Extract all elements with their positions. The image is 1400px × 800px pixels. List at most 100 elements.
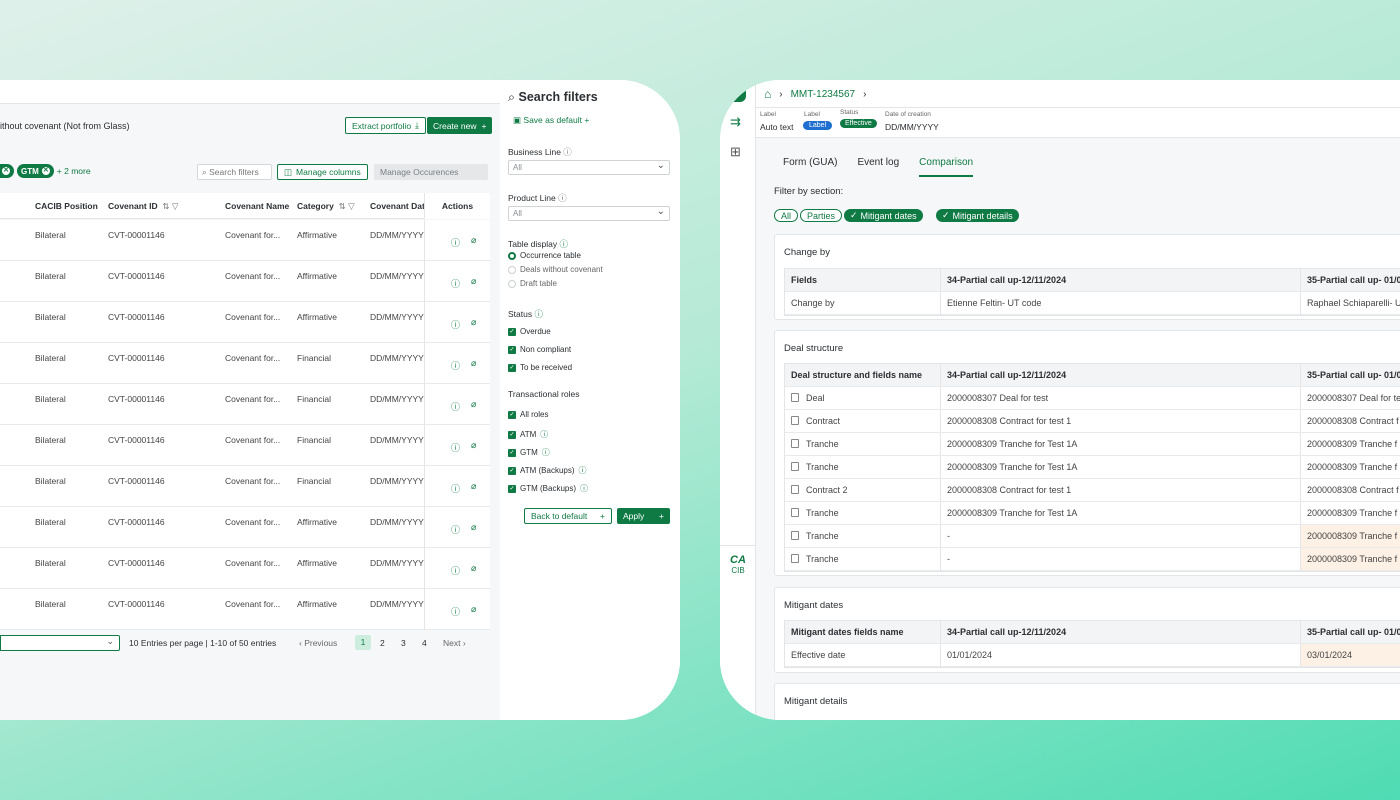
tag-parties[interactable]: Parties xyxy=(800,209,843,222)
attachment-icon[interactable]: ⌀ xyxy=(471,604,476,615)
next-page-link[interactable]: Next › xyxy=(443,638,466,648)
tag-mitigant-dates[interactable]: ✓ Mitigant dates xyxy=(844,209,923,222)
back-to-default-button[interactable]: Back to default + xyxy=(524,508,612,524)
info-icon[interactable]: ⓘ xyxy=(451,277,460,290)
radio-draft-table[interactable]: Draft table xyxy=(508,279,557,288)
previous-page-link[interactable]: ‹ Previous xyxy=(299,638,337,648)
product-line-select[interactable]: All xyxy=(508,206,670,221)
table-row[interactable]: Bilateral CVT-00001146 Covenant for... Fina… xyxy=(0,343,490,384)
table-row[interactable]: Bilateral CVT-00001146 Covenant for... Affi… xyxy=(0,302,490,343)
info-icon[interactable]: ⓘ xyxy=(451,482,460,495)
info-icon[interactable]: ⓘ xyxy=(451,400,460,413)
apply-button[interactable]: Apply + xyxy=(617,508,670,524)
filter-chip-partial[interactable]: ✕ xyxy=(0,164,14,178)
checkbox-to-be-received[interactable]: ✓ To be received xyxy=(508,363,572,372)
attachment-icon[interactable]: ⌀ xyxy=(471,481,476,492)
breadcrumb-item[interactable]: MMT-1234567 xyxy=(791,89,855,100)
info-icon[interactable]: ⓘ xyxy=(451,605,460,618)
more-filters-link[interactable]: + 2 more xyxy=(57,166,91,176)
grid-icon[interactable]: ⊞ xyxy=(730,144,741,160)
info-icon[interactable]: ⓘ xyxy=(451,441,460,454)
attachment-icon[interactable]: ⌀ xyxy=(471,440,476,451)
entries-per-page-select[interactable]: ⌄ xyxy=(0,635,120,651)
table-row[interactable]: Bilateral CVT-00001146 Covenant for... Affi… xyxy=(0,220,490,261)
page-1[interactable]: 1 xyxy=(355,635,371,650)
col-covenant-name[interactable]: Covenant Name xyxy=(225,193,289,219)
filter-chip-gtm[interactable]: GTM ✕ xyxy=(17,164,54,178)
chevron-right-icon: › xyxy=(779,88,783,100)
checkbox-overdue[interactable]: ✓ Overdue xyxy=(508,327,551,336)
attachment-icon[interactable]: ⌀ xyxy=(471,235,476,246)
table-row[interactable]: Bilateral CVT-00001146 Covenant for... Fina… xyxy=(0,466,490,507)
table-row[interactable]: Effective date 01/01/2024 03/01/2024 xyxy=(785,644,1400,667)
checkbox-atm-backups[interactable]: ✓ ATM (Backups) ⓘ xyxy=(508,465,587,476)
tab-form-gua[interactable]: Form (GUA) xyxy=(783,157,837,177)
field-name-text: Contract xyxy=(806,416,841,426)
table-row[interactable]: Tranche -2000008309 Tranche f xyxy=(785,525,1400,548)
table-row[interactable]: Bilateral CVT-00001146 Covenant for... Fina… xyxy=(0,384,490,425)
table-row[interactable]: Tranche 2000008309 Tranche for Test 1A 200… xyxy=(785,433,1400,456)
table-row[interactable]: Tranche -2000008309 Tranche f xyxy=(785,548,1400,571)
close-icon[interactable]: ✕ xyxy=(2,167,10,175)
document-icon xyxy=(791,485,799,494)
table-row[interactable]: Bilateral CVT-00001146 Covenant for... Affi… xyxy=(0,261,490,302)
manage-columns-button[interactable]: ◫ Manage columns xyxy=(277,164,368,180)
checkbox-gtm[interactable]: ✓ GTM ⓘ xyxy=(508,447,550,458)
attachment-icon[interactable]: ⌀ xyxy=(471,276,476,287)
table-row[interactable]: Tranche 2000008309 Tranche for Test 1A 200… xyxy=(785,456,1400,479)
col-covenant-date[interactable]: Covenant Dat xyxy=(370,193,425,219)
radio-deals-without-covenant[interactable]: Deals without covenant xyxy=(508,265,603,274)
tab-event-log[interactable]: Event log xyxy=(857,157,899,177)
table-row[interactable]: Contract 2000008308 Contract for test 1 20… xyxy=(785,410,1400,433)
info-icon[interactable]: ⓘ xyxy=(451,236,460,249)
col-covenant-id[interactable]: Covenant ID ⇅ ▽ xyxy=(108,193,178,219)
apply-label: Apply xyxy=(623,511,645,521)
app-logo[interactable] xyxy=(732,88,746,102)
close-icon[interactable]: ✕ xyxy=(41,167,50,175)
table-row[interactable]: Bilateral CVT-00001146 Covenant for... Fina… xyxy=(0,425,490,466)
checkbox-gtm-backups[interactable]: ✓ GTM (Backups) ⓘ xyxy=(508,483,588,494)
tab-comparison[interactable]: Comparison xyxy=(919,157,974,177)
checkbox-all-roles[interactable]: ✓ All roles xyxy=(508,410,548,419)
info-icon[interactable]: ⓘ xyxy=(451,359,460,372)
attachment-icon[interactable]: ⌀ xyxy=(471,399,476,410)
table-row[interactable]: Bilateral CVT-00001146 Covenant for... Affi… xyxy=(0,507,490,548)
info-icon[interactable]: ⓘ xyxy=(451,523,460,536)
page-2[interactable]: 2 xyxy=(380,638,385,648)
radio-occurrence-table[interactable]: Occurrence table xyxy=(508,251,581,260)
table-row[interactable]: Bilateral CVT-00001146 Covenant for... Affi… xyxy=(0,589,490,630)
sort-icon[interactable]: ⇅ xyxy=(339,201,346,212)
checkbox-non-compliant[interactable]: ✓ Non compliant xyxy=(508,345,571,354)
page-3[interactable]: 3 xyxy=(401,638,406,648)
create-new-button[interactable]: Create new + xyxy=(427,117,493,134)
table-row[interactable]: Contract 2 2000008308 Contract for test 1… xyxy=(785,479,1400,502)
save-as-default-button[interactable]: ▣ Save as default + xyxy=(513,115,589,126)
home-icon[interactable]: ⌂ xyxy=(764,87,771,101)
info-icon[interactable]: ⓘ xyxy=(451,318,460,331)
filter-icon[interactable]: ▽ xyxy=(172,201,179,212)
value-cell-a: 2000008309 Tranche for Test 1A xyxy=(940,502,1300,524)
business-line-select[interactable]: All xyxy=(508,160,670,175)
col-category[interactable]: Category ⇅ ▽ xyxy=(297,193,355,219)
attachment-icon[interactable]: ⌀ xyxy=(471,358,476,369)
checkbox-atm[interactable]: ✓ ATM ⓘ xyxy=(508,429,548,440)
info-icon[interactable]: ⓘ xyxy=(451,564,460,577)
tag-mitigant-details[interactable]: ✓ Mitigant details xyxy=(936,209,1019,222)
sort-icon[interactable]: ⇅ xyxy=(162,201,169,212)
expand-menu-icon[interactable]: ⇉ xyxy=(730,114,741,130)
tag-all[interactable]: All xyxy=(774,209,799,222)
table-row[interactable]: Deal 2000008307 Deal for test 2000008307 D… xyxy=(785,387,1400,410)
table-row[interactable]: Bilateral CVT-00001146 Covenant for... Affi… xyxy=(0,548,490,589)
manage-occurences-button[interactable]: Manage Occurences xyxy=(374,164,488,180)
col-cacib-position[interactable]: CACIB Position xyxy=(35,193,98,219)
attachment-icon[interactable]: ⌀ xyxy=(471,317,476,328)
label-badge: Label xyxy=(803,121,833,130)
filter-icon[interactable]: ▽ xyxy=(348,201,355,212)
attachment-icon[interactable]: ⌀ xyxy=(471,522,476,533)
page-4[interactable]: 4 xyxy=(422,638,427,648)
extract-portfolio-button[interactable]: Extract portfolio ⤓ xyxy=(345,117,426,134)
search-filters-input[interactable]: ⌕ Search filters xyxy=(197,164,272,180)
attachment-icon[interactable]: ⌀ xyxy=(471,563,476,574)
table-row[interactable]: Tranche 2000008309 Tranche for Test 1A 200… xyxy=(785,502,1400,525)
table-row[interactable]: Change by Etienne Feltin- UT code Raphael … xyxy=(785,292,1400,315)
